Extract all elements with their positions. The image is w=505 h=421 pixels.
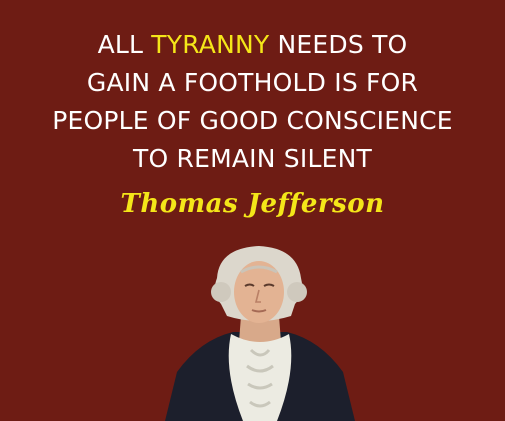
quote-highlight-word: TYRANNY (151, 30, 270, 59)
quote-line-4: TO REMAIN SILENT (133, 144, 372, 173)
quote-line-2: GAIN A FOOTHOLD IS FOR (86, 68, 419, 97)
quote-line-1-end: NEEDS TO (269, 30, 408, 59)
quote-line-1: ALL TYRANNY NEEDS TO (0, 26, 505, 64)
portrait-illustration (165, 246, 355, 421)
author-name: Thomas Jefferson (120, 189, 385, 219)
quote-line-1-start: ALL (97, 30, 152, 59)
quote-line-3: PEOPLE OF GOOD CONSCIENCE (52, 106, 453, 135)
quote-text: ALL TYRANNY NEEDS TO GAIN A FOOTHOLD IS … (0, 26, 505, 178)
